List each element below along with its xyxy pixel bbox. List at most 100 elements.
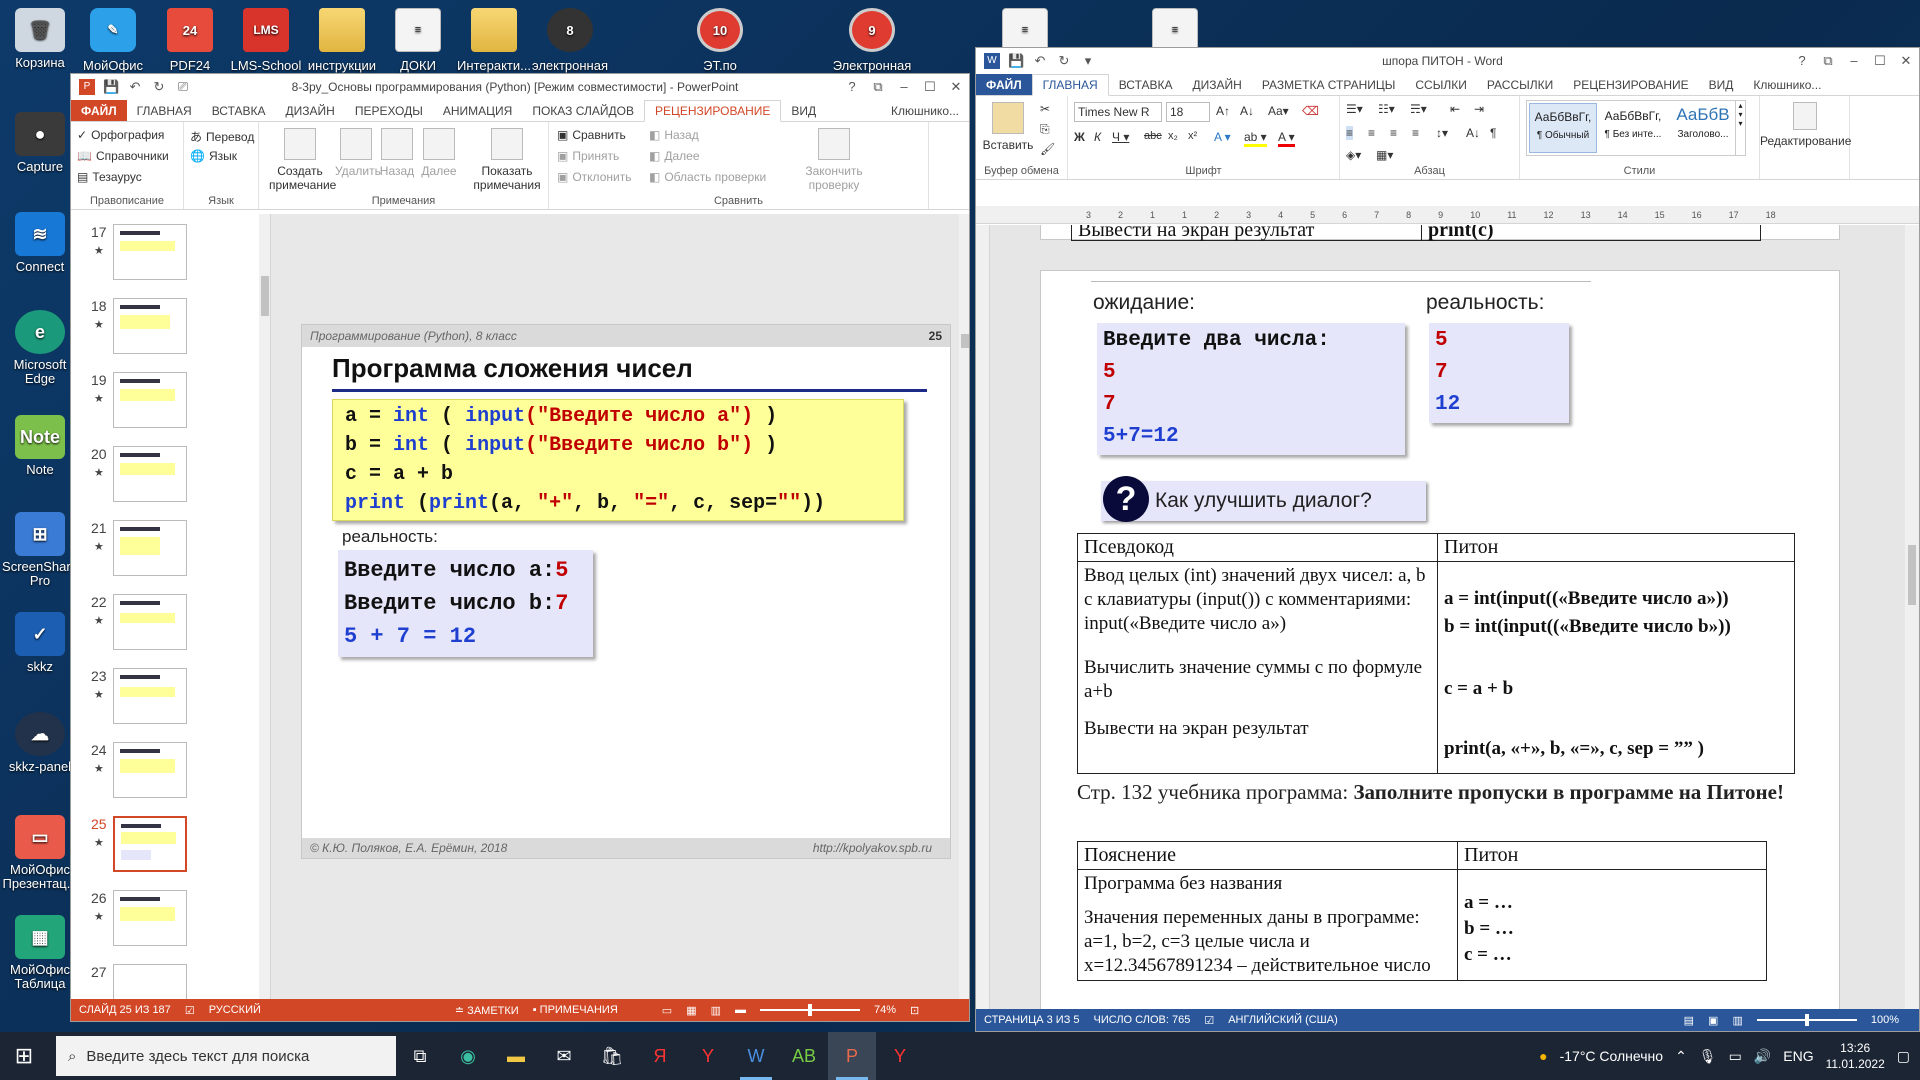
slide-scrollbar[interactable] — [959, 214, 969, 1003]
desktop-icon-screenshare[interactable]: ⊞ ScreenShare Pro — [0, 512, 80, 588]
web-layout-icon[interactable]: ▥ — [1732, 1014, 1742, 1027]
underline-icon[interactable]: Ч ▾ — [1112, 130, 1129, 144]
desktop-icon-electronic[interactable]: 8 электронная — [520, 8, 620, 73]
help-icon[interactable]: ? — [1789, 53, 1815, 69]
redo-icon[interactable]: ↻ — [1056, 53, 1072, 69]
pilcrow-icon[interactable]: ¶ — [1490, 126, 1496, 140]
desktop-icon-note[interactable]: Note Note — [0, 415, 80, 477]
yandex-taskbar-icon[interactable]: Я — [636, 1032, 684, 1080]
increase-indent-icon[interactable]: ⇥ — [1474, 102, 1484, 116]
font-size-select[interactable]: 18 — [1166, 102, 1210, 122]
undo-icon[interactable]: ↶ — [127, 79, 143, 95]
task-view-icon[interactable]: ⧉ — [396, 1032, 444, 1080]
forward-button[interactable]: ◧ Далее — [649, 149, 700, 163]
help-icon[interactable]: ? — [839, 79, 865, 95]
sorter-view-icon[interactable]: ▦ — [686, 1004, 696, 1017]
line-spacing-icon[interactable]: ↕▾ — [1436, 126, 1448, 140]
weather-text[interactable]: -17°C Солнечно — [1560, 1048, 1663, 1064]
tab-review[interactable]: РЕЦЕНЗИРОВАНИЕ — [1563, 74, 1698, 95]
tab-mailings[interactable]: РАССЫЛКИ — [1477, 74, 1563, 95]
horizontal-ruler[interactable]: 3 2 1 1 2 3 4 5 6 7 8 9 10 11 12 13 14 15 16 17 18 — [976, 206, 1919, 224]
normal-view-icon[interactable]: ▭ — [662, 1004, 672, 1017]
desktop-icon-skkz[interactable]: ✓ skkz — [0, 612, 80, 674]
mail-taskbar-icon[interactable]: ✉ — [540, 1032, 588, 1080]
style-heading1[interactable]: АаБбВ Заголово... — [1669, 103, 1737, 153]
zoom-level[interactable]: 74% — [874, 1004, 896, 1016]
paste-button[interactable]: Вставить — [980, 102, 1036, 152]
next-comment-button[interactable]: Далее — [419, 128, 459, 178]
document-page[interactable]: ожидание: Введите два числа: 5 7 5+7=12 … — [1040, 270, 1840, 1009]
close-button[interactable]: ✕ — [1893, 53, 1919, 69]
italic-icon[interactable]: К — [1094, 130, 1101, 144]
strikethrough-icon[interactable]: abc — [1144, 130, 1162, 142]
bold-icon[interactable]: Ж — [1074, 130, 1085, 144]
font-color-icon[interactable]: A ▾ — [1278, 130, 1295, 147]
shading-icon[interactable]: ◈▾ — [1346, 148, 1361, 162]
text-effects-icon[interactable]: A ▾ — [1214, 130, 1231, 144]
reject-button[interactable]: ▣ Отклонить — [557, 170, 631, 184]
read-mode-icon[interactable]: ▤ — [1684, 1014, 1694, 1027]
yandex-browser-taskbar-icon[interactable]: Y — [684, 1032, 732, 1080]
minimize-button[interactable]: – — [891, 79, 917, 95]
format-painter-icon[interactable]: 🖌 — [1040, 142, 1055, 156]
minimize-button[interactable]: – — [1841, 53, 1867, 69]
copy-icon[interactable]: ⎘ — [1040, 122, 1050, 137]
user-account[interactable]: Клюшнико... — [1743, 74, 1831, 95]
desktop-icon-skkz-panel[interactable]: ☁ skkz-panel — [0, 712, 80, 774]
tab-file[interactable]: ФАЙЛ — [976, 74, 1032, 95]
reference-button[interactable]: 📖 Справочники — [77, 149, 169, 163]
review-pane-button[interactable]: ◧ Область проверки — [649, 170, 766, 184]
cut-icon[interactable]: ✂ — [1040, 102, 1050, 116]
spelling-button[interactable]: ✓ Орфография — [77, 128, 164, 142]
qat-more-icon[interactable]: ▾ — [1080, 53, 1096, 69]
network-icon[interactable]: ▭ — [1729, 1048, 1742, 1065]
word-count[interactable]: ЧИСЛО СЛОВ: 765 — [1094, 1014, 1191, 1026]
abbyy-taskbar-icon[interactable]: AB — [780, 1032, 828, 1080]
sort-icon[interactable]: A↓ — [1466, 126, 1480, 140]
borders-icon[interactable]: ▦▾ — [1376, 148, 1393, 162]
numbering-icon[interactable]: ☷▾ — [1378, 102, 1395, 116]
vertical-ruler[interactable] — [976, 225, 990, 1009]
desktop-icon-connect[interactable]: ≋ Connect — [0, 212, 80, 274]
tray-chevron-icon[interactable]: ⌃ — [1675, 1048, 1687, 1065]
clock[interactable]: 13:26 11.01.2022 — [1826, 1040, 1885, 1072]
tab-insert[interactable]: ВСТАВКА — [202, 100, 276, 121]
align-right-icon[interactable]: ≡ — [1390, 126, 1397, 140]
styles-scroll[interactable]: ▴ ▾ ▾ — [1735, 101, 1745, 155]
print-layout-icon[interactable]: ▣ — [1708, 1014, 1718, 1027]
desktop-icon-edge[interactable]: e Microsoft Edge — [0, 310, 80, 386]
save-icon[interactable]: 💾 — [103, 79, 119, 95]
superscript-icon[interactable]: x² — [1188, 130, 1197, 142]
decrease-indent-icon[interactable]: ⇤ — [1450, 102, 1460, 116]
tab-slideshow[interactable]: ПОКАЗ СЛАЙДОВ — [522, 100, 644, 121]
zoom-slider[interactable] — [1756, 1014, 1857, 1026]
language-button[interactable]: 🌐 Язык — [190, 149, 237, 163]
change-case-icon[interactable]: Aa▾ — [1268, 104, 1289, 118]
language-status[interactable]: АНГЛИЙСКИЙ (США) — [1228, 1014, 1338, 1026]
tab-animation[interactable]: АНИМАЦИЯ — [433, 100, 522, 121]
style-no-spacing[interactable]: АаБбВвГг, ¶ Без инте... — [1599, 103, 1667, 153]
redo-icon[interactable]: ↻ — [151, 79, 167, 95]
end-review-button[interactable]: Закончить проверку — [799, 128, 869, 192]
multilevel-icon[interactable]: ☴▾ — [1410, 102, 1427, 116]
close-button[interactable]: ✕ — [943, 79, 969, 95]
slide-canvas[interactable]: Программирование (Python), 8 класс 25 Про… — [301, 324, 951, 859]
input-language[interactable]: ENG — [1783, 1048, 1813, 1064]
tab-references[interactable]: ССЫЛКИ — [1405, 74, 1476, 95]
subscript-icon[interactable]: x₂ — [1168, 130, 1178, 142]
tab-review[interactable]: РЕЦЕНЗИРОВАНИЕ — [643, 100, 782, 122]
powerpoint-taskbar-icon[interactable]: P — [828, 1032, 876, 1080]
compare-button[interactable]: ▣ Сравнить — [557, 128, 626, 142]
start-button[interactable]: ⊞ — [0, 1032, 48, 1080]
shrink-font-icon[interactable]: A↓ — [1240, 104, 1254, 118]
fit-slide-icon[interactable]: ⊡ — [910, 1004, 919, 1017]
volume-icon[interactable]: 🔊 — [1754, 1048, 1771, 1065]
new-comment-button[interactable]: Создать примечание — [269, 128, 336, 192]
grow-font-icon[interactable]: A↑ — [1216, 104, 1230, 118]
weather-icon[interactable]: ● — [1539, 1048, 1547, 1064]
tab-transitions[interactable]: ПЕРЕХОДЫ — [345, 100, 433, 121]
tab-view[interactable]: ВИД — [781, 100, 826, 121]
desktop-icon-electronic2[interactable]: 9 Электронная — [822, 8, 922, 73]
slideshow-view-icon[interactable]: ▬ — [735, 1004, 746, 1016]
tab-view[interactable]: ВИД — [1699, 74, 1744, 95]
